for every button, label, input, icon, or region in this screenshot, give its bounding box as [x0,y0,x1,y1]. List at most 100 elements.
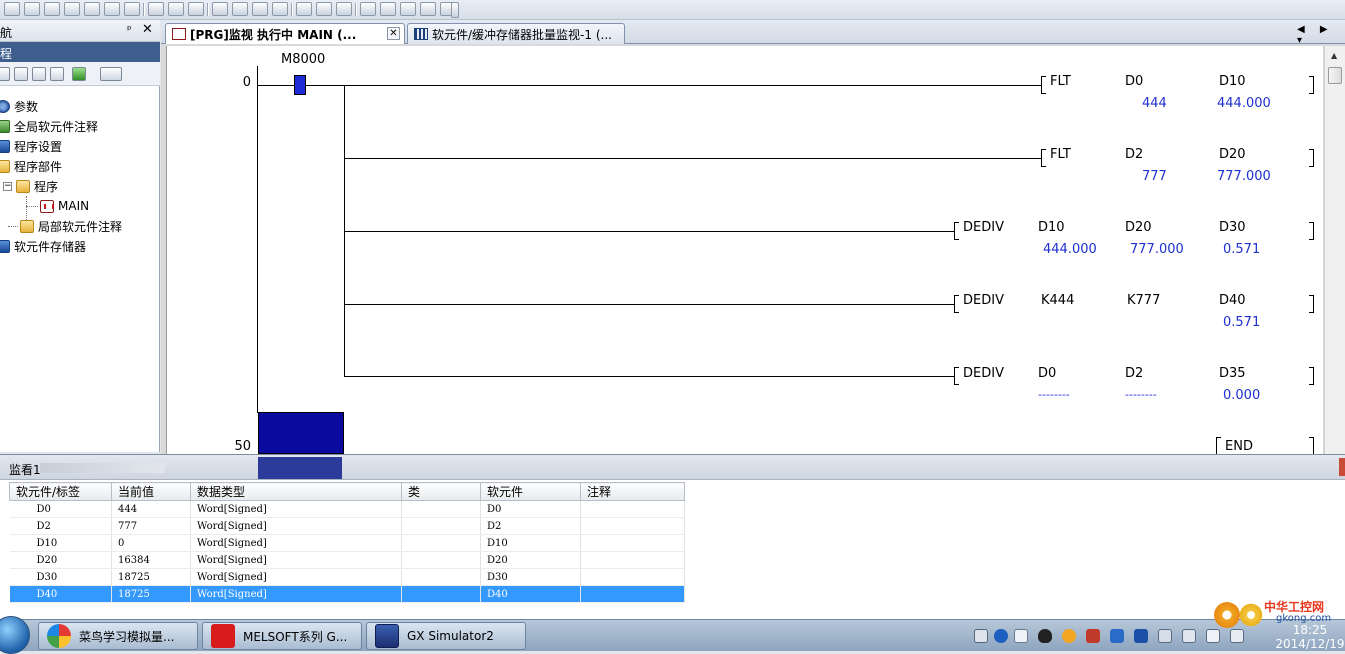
start-button[interactable] [0,616,30,654]
column-header-current-value[interactable]: 当前值 [111,482,191,501]
refresh-icon[interactable] [72,67,86,81]
tab-scroll-arrows[interactable]: ◀ ▶ ▾ [1297,24,1345,46]
ladder-delete-line-icon[interactable] [212,2,228,16]
tree-connector [8,226,18,227]
column-header-data-type[interactable]: 数据类型 [190,482,402,501]
close-tab-button[interactable]: ✕ [387,27,400,40]
operand[interactable]: D2 [1125,366,1143,381]
close-icon[interactable]: ✕ [142,22,153,37]
column-header-comment[interactable]: 注释 [580,482,685,501]
instruction-dediv-1[interactable]: DEDIV [963,220,1004,235]
tool-icon[interactable] [1086,629,1100,643]
volume-icon[interactable] [1182,629,1196,643]
ladder-invert-icon[interactable] [380,2,396,16]
help-icon[interactable] [994,629,1008,643]
ladder-cursor[interactable] [258,412,344,454]
tab-ladder-monitor[interactable]: [PRG]监视 执行中 MAIN (... ✕ [165,23,405,44]
ladder-edge-icon[interactable] [400,2,416,16]
ladder-contact-icon[interactable] [4,2,20,16]
star-icon[interactable] [1062,629,1076,643]
instruction-bracket-left [1216,437,1221,455]
table-row-selected[interactable]: D40 18725 Word[Signed] D40 [9,585,685,603]
ladder-fall-parallel-icon[interactable] [360,2,376,16]
tree-item-parameter[interactable]: 参数 [0,97,38,115]
tree-item-main[interactable]: MAIN [40,197,89,215]
pin-icon[interactable]: ᵖ [127,23,132,36]
display-icon[interactable] [1158,629,1172,643]
operand[interactable]: D20 [1125,220,1152,235]
tree-item-program-setting[interactable]: 程序设置 [0,137,62,155]
operand[interactable]: D10 [1038,220,1065,235]
toolbar-overflow-icon[interactable] [451,2,459,18]
monitor-value: 444 [1142,96,1167,111]
operand[interactable]: D2 [1125,147,1143,162]
instruction-flt-1[interactable]: FLT [1050,74,1071,89]
tree-item-device-memory[interactable]: 软元件存储器 [0,237,86,255]
tree-item-program[interactable]: 程序 [16,177,58,195]
tree-item-global-comment[interactable]: 全局软元件注释 [0,117,98,135]
operand[interactable]: D35 [1219,366,1246,381]
monitor-value: 0.000 [1223,388,1261,403]
ladder-contact-closed-icon[interactable] [24,2,40,16]
ladder-draw-line-icon[interactable] [252,2,268,16]
column-header-device-name[interactable]: 软元件 [480,482,581,501]
ladder-pulse-icon[interactable] [44,2,60,16]
table-row[interactable]: D0 444 Word[Signed] D0 [9,500,685,518]
paste-icon[interactable] [32,67,46,81]
table-row[interactable]: D20 16384 Word[Signed] D20 [9,551,685,569]
windows-flag-icon[interactable] [1134,629,1148,643]
ladder-fall-icon[interactable] [316,2,332,16]
operand[interactable]: D0 [1125,74,1143,89]
table-row[interactable]: D30 18725 Word[Signed] D30 [9,568,685,586]
monitor-value: 777 [1142,169,1167,184]
ladder-edge2-icon[interactable] [420,2,436,16]
ladder-vline-icon[interactable] [188,2,204,16]
window-icon[interactable] [1014,629,1028,643]
taskbar-item-gx-simulator[interactable]: GX Simulator2 [366,622,526,650]
ladder-function-icon[interactable] [148,2,164,16]
scrollbar-thumb[interactable] [1328,67,1342,84]
close-icon[interactable] [1339,458,1345,476]
qq-icon[interactable] [1038,629,1052,643]
taskbar-item-melsoft[interactable]: MELSOFT系列 G... [202,622,362,650]
tab-buffer-monitor[interactable]: 软元件/缓冲存储器批量监视-1 (... [407,23,625,44]
ladder-parallel-icon[interactable] [84,2,100,16]
tree-item-program-parts[interactable]: 程序部件 [0,157,62,175]
taskbar-item-browser[interactable]: 菜鸟学习模拟量... [38,622,198,650]
ladder-pulse-fall-icon[interactable] [64,2,80,16]
operand[interactable]: K444 [1041,293,1074,308]
operand[interactable]: D30 [1219,220,1246,235]
operand[interactable]: K777 [1127,293,1160,308]
operand[interactable]: D0 [1038,366,1056,381]
ladder-coil-icon[interactable] [124,2,140,16]
table-row[interactable]: D2 777 Word[Signed] D2 [9,517,685,535]
project-icon[interactable] [0,67,10,81]
instruction-dediv-3[interactable]: DEDIV [963,366,1004,381]
keyboard-icon[interactable] [974,629,988,643]
ladder-canvas[interactable]: 0 50 M8000 FLT D0 D10 444 444.000 FLT D2… [166,46,1323,455]
copy-icon[interactable] [14,67,28,81]
operand[interactable]: D40 [1219,293,1246,308]
instruction-dediv-2[interactable]: DEDIV [963,293,1004,308]
view-menu-icon[interactable] [100,67,122,81]
instruction-flt-2[interactable]: FLT [1050,147,1071,162]
tree-item-local-comment[interactable]: 局部软元件注释 [20,217,122,235]
operand[interactable]: D10 [1219,74,1246,89]
scroll-up-icon[interactable]: ▲ [1331,51,1337,60]
column-header-class[interactable]: 类 [401,482,481,501]
ladder-delete-draw-icon[interactable] [272,2,288,16]
properties-icon[interactable] [50,67,64,81]
ladder-parallel-closed-icon[interactable] [104,2,120,16]
ladder-rise-icon[interactable] [296,2,312,16]
operand[interactable]: D20 [1219,147,1246,162]
contact-m8000[interactable] [294,75,306,95]
table-row[interactable]: D10 0 Word[Signed] D10 [9,534,685,552]
network-icon[interactable] [1110,629,1124,643]
instruction-end[interactable]: END [1225,439,1253,454]
ladder-hline-icon[interactable] [168,2,184,16]
ladder-rise-parallel-icon[interactable] [336,2,352,16]
column-header-device[interactable]: 软元件/标签 [9,482,112,501]
vertical-scrollbar[interactable]: ▲ [1324,46,1345,454]
collapse-icon[interactable]: − [3,182,12,191]
ladder-delete-vline-icon[interactable] [232,2,248,16]
